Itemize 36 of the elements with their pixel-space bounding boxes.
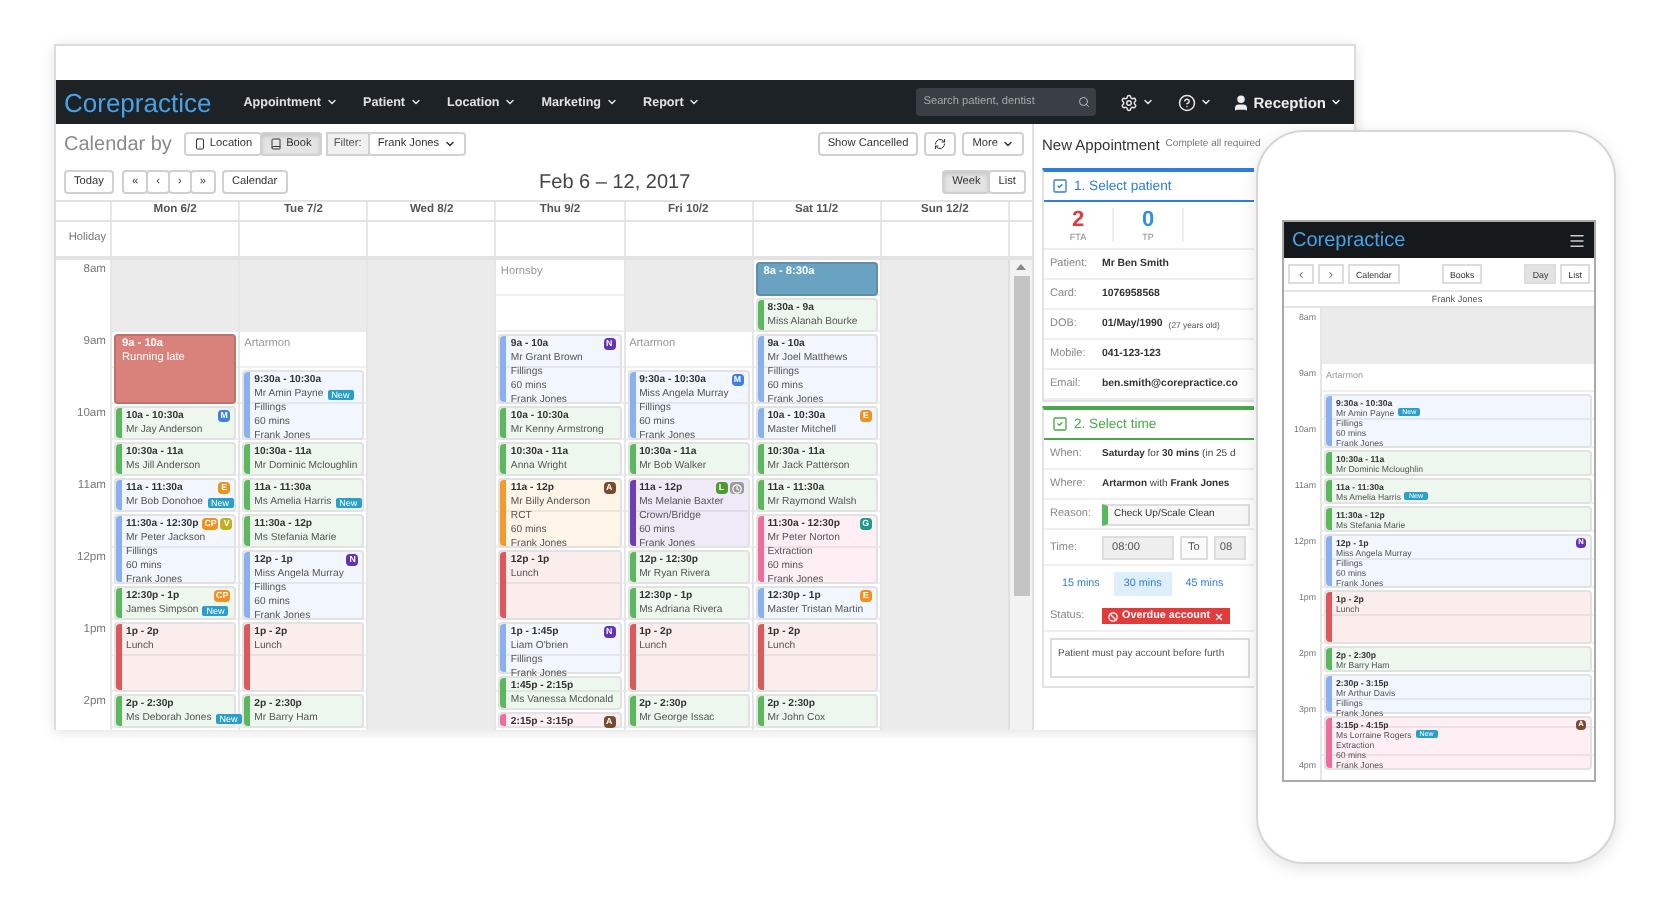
app-logo[interactable]: Corepractice xyxy=(64,87,212,117)
caret-icon xyxy=(503,96,516,108)
blocked-icon xyxy=(1108,611,1118,621)
caret-icon xyxy=(1002,138,1014,150)
caret-icon xyxy=(443,138,456,150)
scrollbar-thumb[interactable] xyxy=(1013,276,1029,596)
scrollbar[interactable] xyxy=(1008,260,1032,730)
chevron-right-icon xyxy=(1326,269,1336,279)
settings-icon xyxy=(1119,93,1138,111)
refresh-icon xyxy=(934,138,947,150)
settings-menu[interactable] xyxy=(1119,93,1154,111)
checkbox-icon[interactable] xyxy=(1052,416,1068,432)
tablet-icon xyxy=(193,138,206,150)
refresh-button[interactable] xyxy=(924,132,957,156)
scroll-up-icon xyxy=(1016,264,1026,270)
caret-icon xyxy=(409,96,422,108)
caret-icon xyxy=(687,96,700,108)
checkbox-icon[interactable] xyxy=(1052,178,1068,194)
user-icon xyxy=(1231,93,1250,111)
caret-icon xyxy=(325,96,338,108)
help-icon xyxy=(1177,93,1196,111)
menu-icon[interactable] xyxy=(1568,231,1586,249)
help-menu[interactable] xyxy=(1177,93,1212,111)
caret-icon xyxy=(1199,96,1212,108)
search-icon xyxy=(1077,96,1090,108)
date-range-title: Feb 6 – 12, 2017 xyxy=(537,171,693,193)
remove-icon[interactable] xyxy=(1214,611,1225,621)
app-logo[interactable]: Corepractice xyxy=(1292,229,1406,251)
book-icon xyxy=(270,138,283,150)
stat-value: 2 xyxy=(1071,208,1085,232)
calendar-by-label: Calendar by xyxy=(64,133,172,155)
chevron-left-icon xyxy=(1296,269,1306,279)
caret-icon xyxy=(1141,96,1154,108)
caret-icon xyxy=(1330,96,1342,108)
stat-value: 0 xyxy=(1141,208,1155,232)
caret-icon xyxy=(605,96,618,108)
